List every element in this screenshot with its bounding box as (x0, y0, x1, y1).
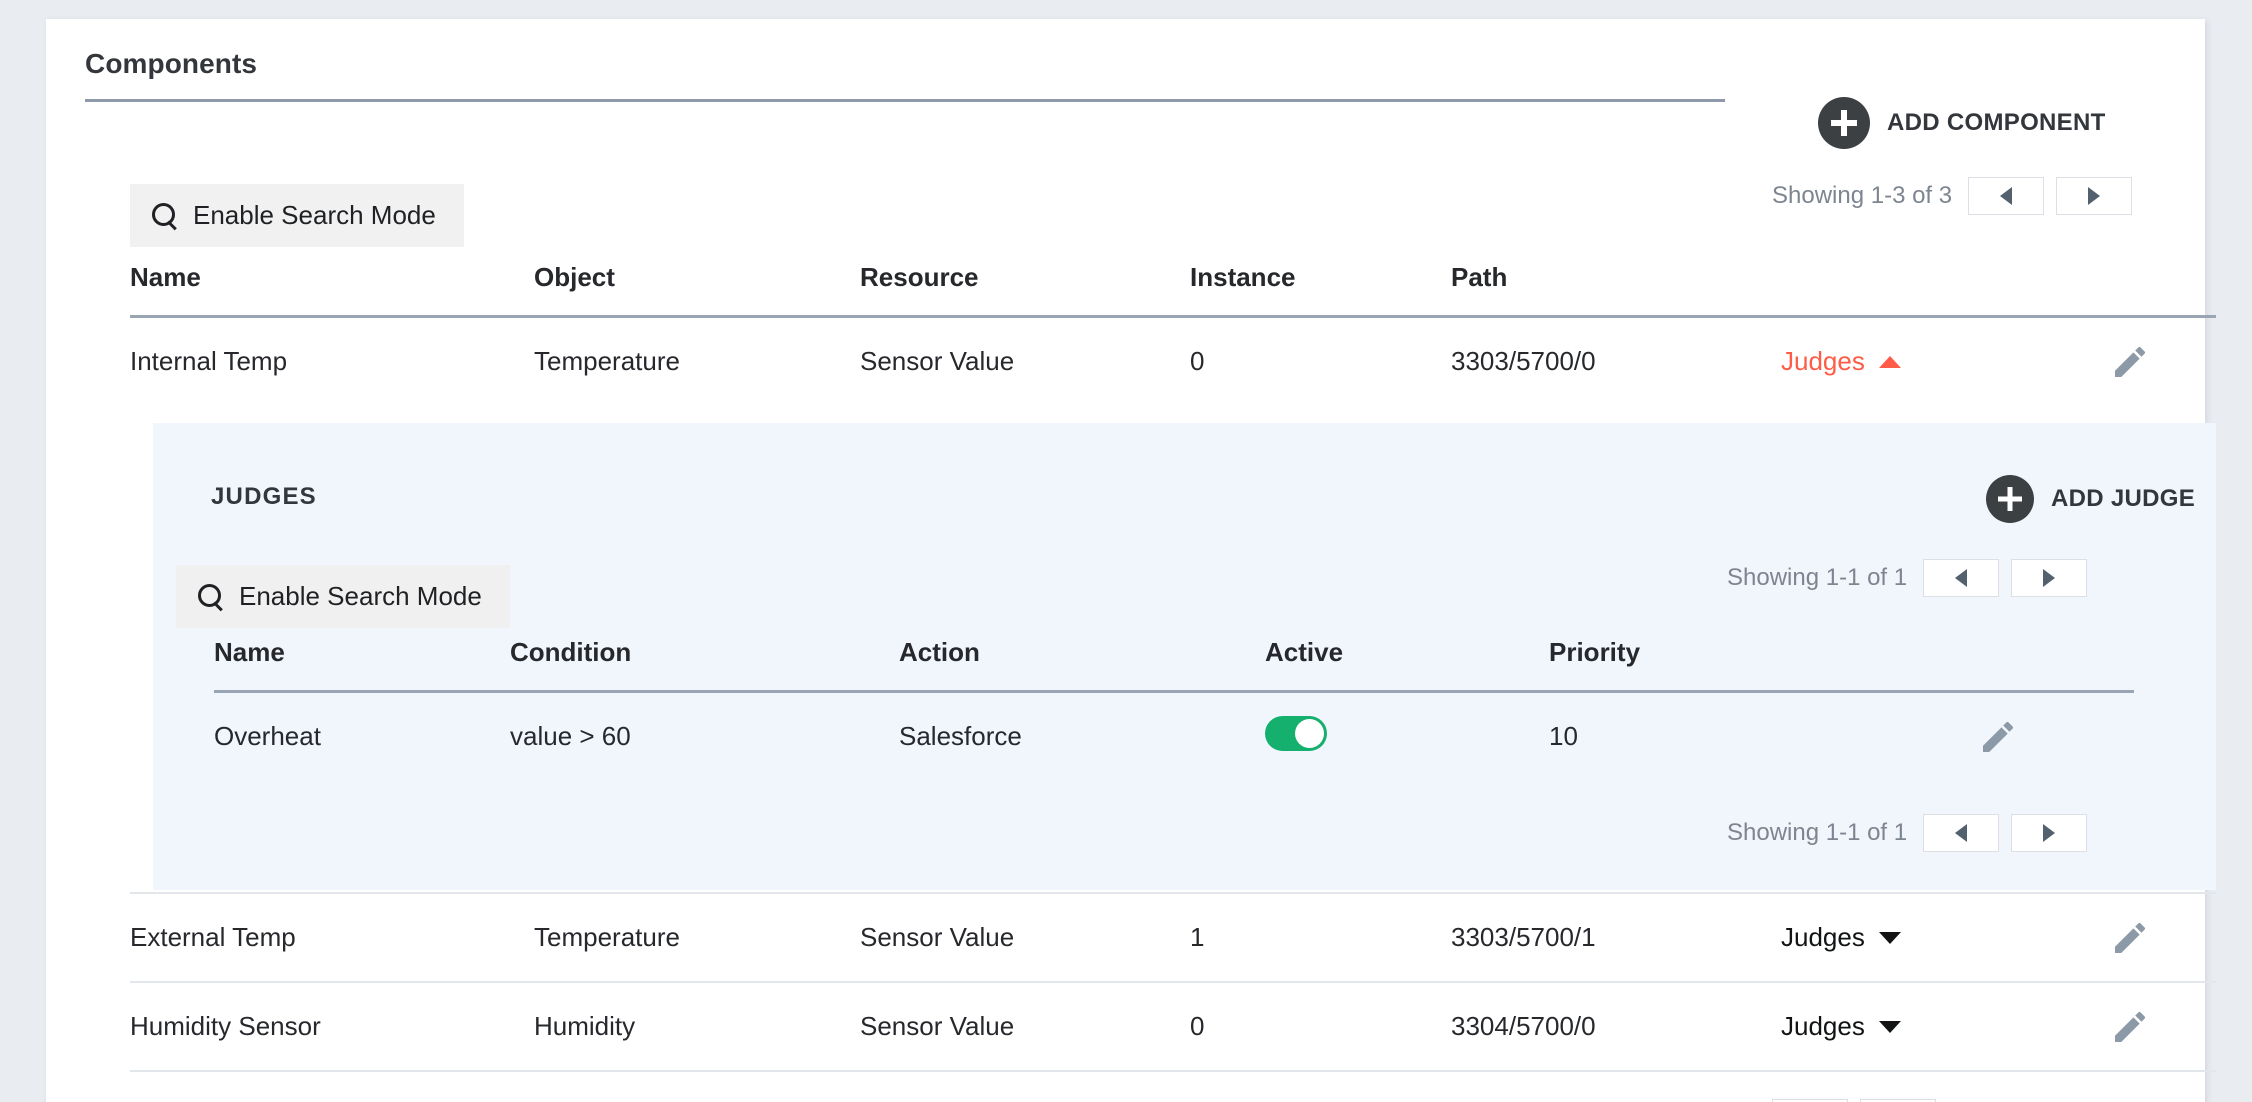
triangle-right-icon (2043, 569, 2056, 587)
cell-resource: Sensor Value (860, 346, 1015, 376)
table-row[interactable]: Overheat value > 60 Salesforce 10 (214, 693, 2134, 780)
judges-link-label: Judges (1781, 922, 1865, 952)
row-divider (130, 1070, 2216, 1072)
judges-pagination-top-label: Showing 1-1 of 1 (1727, 564, 1908, 591)
pencil-icon[interactable] (2110, 342, 2150, 382)
cell-judges: Judges (1781, 922, 2043, 953)
cell-instance: 0 (1190, 346, 1205, 376)
cell-instance: 0 (1190, 1011, 1205, 1041)
components-pagination: Showing 1-3 of 3 (1772, 177, 2133, 215)
components-table-header: Name Object Resource Instance Path (130, 262, 2216, 315)
column-header-object: Object (534, 262, 615, 292)
column-header-judges (1781, 278, 2043, 300)
cell-path: 3303/5700/1 (1451, 922, 1596, 952)
cell-judges: Judges (1781, 346, 2043, 377)
column-header-judge-action: Action (899, 637, 980, 667)
cell-path: 3304/5700/0 (1451, 1011, 1596, 1041)
column-header-judge-condition: Condition (510, 637, 632, 667)
cell-judge-priority: 10 (1549, 721, 1578, 751)
cell-object: Temperature (534, 346, 680, 376)
cell-judge-name: Overheat (214, 721, 321, 751)
column-header-judge-active: Active (1265, 637, 1344, 667)
cell-edit (2043, 918, 2216, 958)
column-header-resource: Resource (860, 262, 979, 292)
cell-path: 3303/5700/0 (1451, 346, 1596, 376)
cell-resource: Sensor Value (860, 1011, 1015, 1041)
add-component-label: ADD COMPONENT (1887, 109, 2106, 136)
cell-name: Internal Temp (130, 346, 288, 376)
cell-edit (2043, 342, 2216, 382)
triangle-left-icon (1955, 824, 1968, 842)
panel-header: Components (85, 48, 1725, 102)
table-row[interactable]: External Temp Temperature Sensor Value 1… (130, 894, 2216, 981)
cell-judge-active (1265, 715, 1549, 758)
column-header-name: Name (130, 262, 201, 292)
column-header-path: Path (1451, 262, 1508, 292)
search-icon (152, 202, 178, 229)
judges-next-page-button-top[interactable] (2011, 559, 2088, 597)
judges-pagination-bottom: Showing 1-1 of 1 (1727, 814, 2088, 852)
components-enable-search-mode-button[interactable]: Enable Search Mode (130, 184, 464, 247)
cell-resource: Sensor Value (860, 922, 1015, 952)
cell-judge-edit (1862, 717, 2134, 757)
pencil-icon[interactable] (1978, 717, 2018, 757)
components-next-page-button[interactable] (2056, 177, 2133, 215)
column-header-judge-edit (1862, 653, 2134, 675)
page-title: Components (85, 48, 258, 79)
components-pagination-label: Showing 1-3 of 3 (1772, 182, 1953, 209)
title-divider (85, 99, 1725, 102)
judges-prev-page-button-bottom[interactable] (1923, 814, 2000, 852)
pencil-icon[interactable] (2110, 918, 2150, 958)
page-root: Components ADD COMPONENT Showing 1-3 of … (0, 0, 2252, 1102)
judges-panel-title: JUDGES (211, 483, 317, 510)
triangle-right-icon (2088, 187, 2101, 205)
column-header-instance: Instance (1190, 262, 1296, 292)
judges-toggle-link[interactable]: Judges (1781, 1011, 1901, 1042)
table-row[interactable]: Internal Temp Temperature Sensor Value 0… (130, 318, 2216, 405)
add-judge-button[interactable]: ADD JUDGE (1986, 475, 2195, 523)
judges-table: Name Condition Action Active Priority Ov… (214, 637, 2134, 780)
column-header-edit (2043, 278, 2216, 300)
judges-prev-page-button-top[interactable] (1923, 559, 2000, 597)
caret-up-icon (1878, 355, 1901, 368)
cell-name: External Temp (130, 922, 296, 952)
triangle-right-icon (2043, 824, 2056, 842)
judges-next-page-button-bottom[interactable] (2011, 814, 2088, 852)
judges-search-mode-label: Enable Search Mode (239, 581, 482, 611)
judges-pagination-bottom-label: Showing 1-1 of 1 (1727, 819, 1908, 846)
cell-object: Humidity (534, 1011, 636, 1041)
caret-down-icon (1878, 1020, 1901, 1033)
judges-enable-search-mode-button[interactable]: Enable Search Mode (176, 565, 510, 628)
judges-link-label: Judges (1781, 1011, 1865, 1041)
column-header-judge-priority: Priority (1549, 637, 1641, 667)
judges-toggle-link[interactable]: Judges (1781, 922, 1901, 953)
judges-link-label: Judges (1781, 346, 1865, 376)
cell-judges: Judges (1781, 1011, 2043, 1042)
search-icon (198, 583, 224, 610)
add-judge-label: ADD JUDGE (2051, 485, 2196, 512)
pencil-icon[interactable] (2110, 1007, 2150, 1047)
cell-edit (2043, 1007, 2216, 1047)
components-prev-page-button[interactable] (1968, 177, 2045, 215)
plus-circle-icon (1818, 97, 1870, 149)
table-row[interactable]: Humidity Sensor Humidity Sensor Value 0 … (130, 983, 2216, 1070)
column-header-judge-name: Name (214, 637, 285, 667)
judges-toggle-link[interactable]: Judges (1781, 346, 1901, 377)
cell-judge-action: Salesforce (899, 721, 1022, 751)
cell-judge-condition: value > 60 (510, 721, 631, 751)
cell-name: Humidity Sensor (130, 1011, 321, 1041)
toggle-knob (1295, 718, 1324, 748)
triangle-left-icon (2000, 187, 2013, 205)
judges-pagination-top: Showing 1-1 of 1 (1727, 559, 2088, 597)
triangle-left-icon (1955, 569, 1968, 587)
judges-table-header: Name Condition Action Active Priority (214, 637, 2134, 690)
cell-instance: 1 (1190, 922, 1205, 952)
active-toggle[interactable] (1265, 715, 1327, 751)
plus-circle-icon (1986, 475, 2034, 523)
components-search-mode-label: Enable Search Mode (193, 200, 436, 230)
cell-object: Temperature (534, 922, 680, 952)
add-component-button[interactable]: ADD COMPONENT (1818, 97, 2106, 149)
components-card: Components ADD COMPONENT Showing 1-3 of … (46, 19, 2216, 1102)
caret-down-icon (1878, 931, 1901, 944)
